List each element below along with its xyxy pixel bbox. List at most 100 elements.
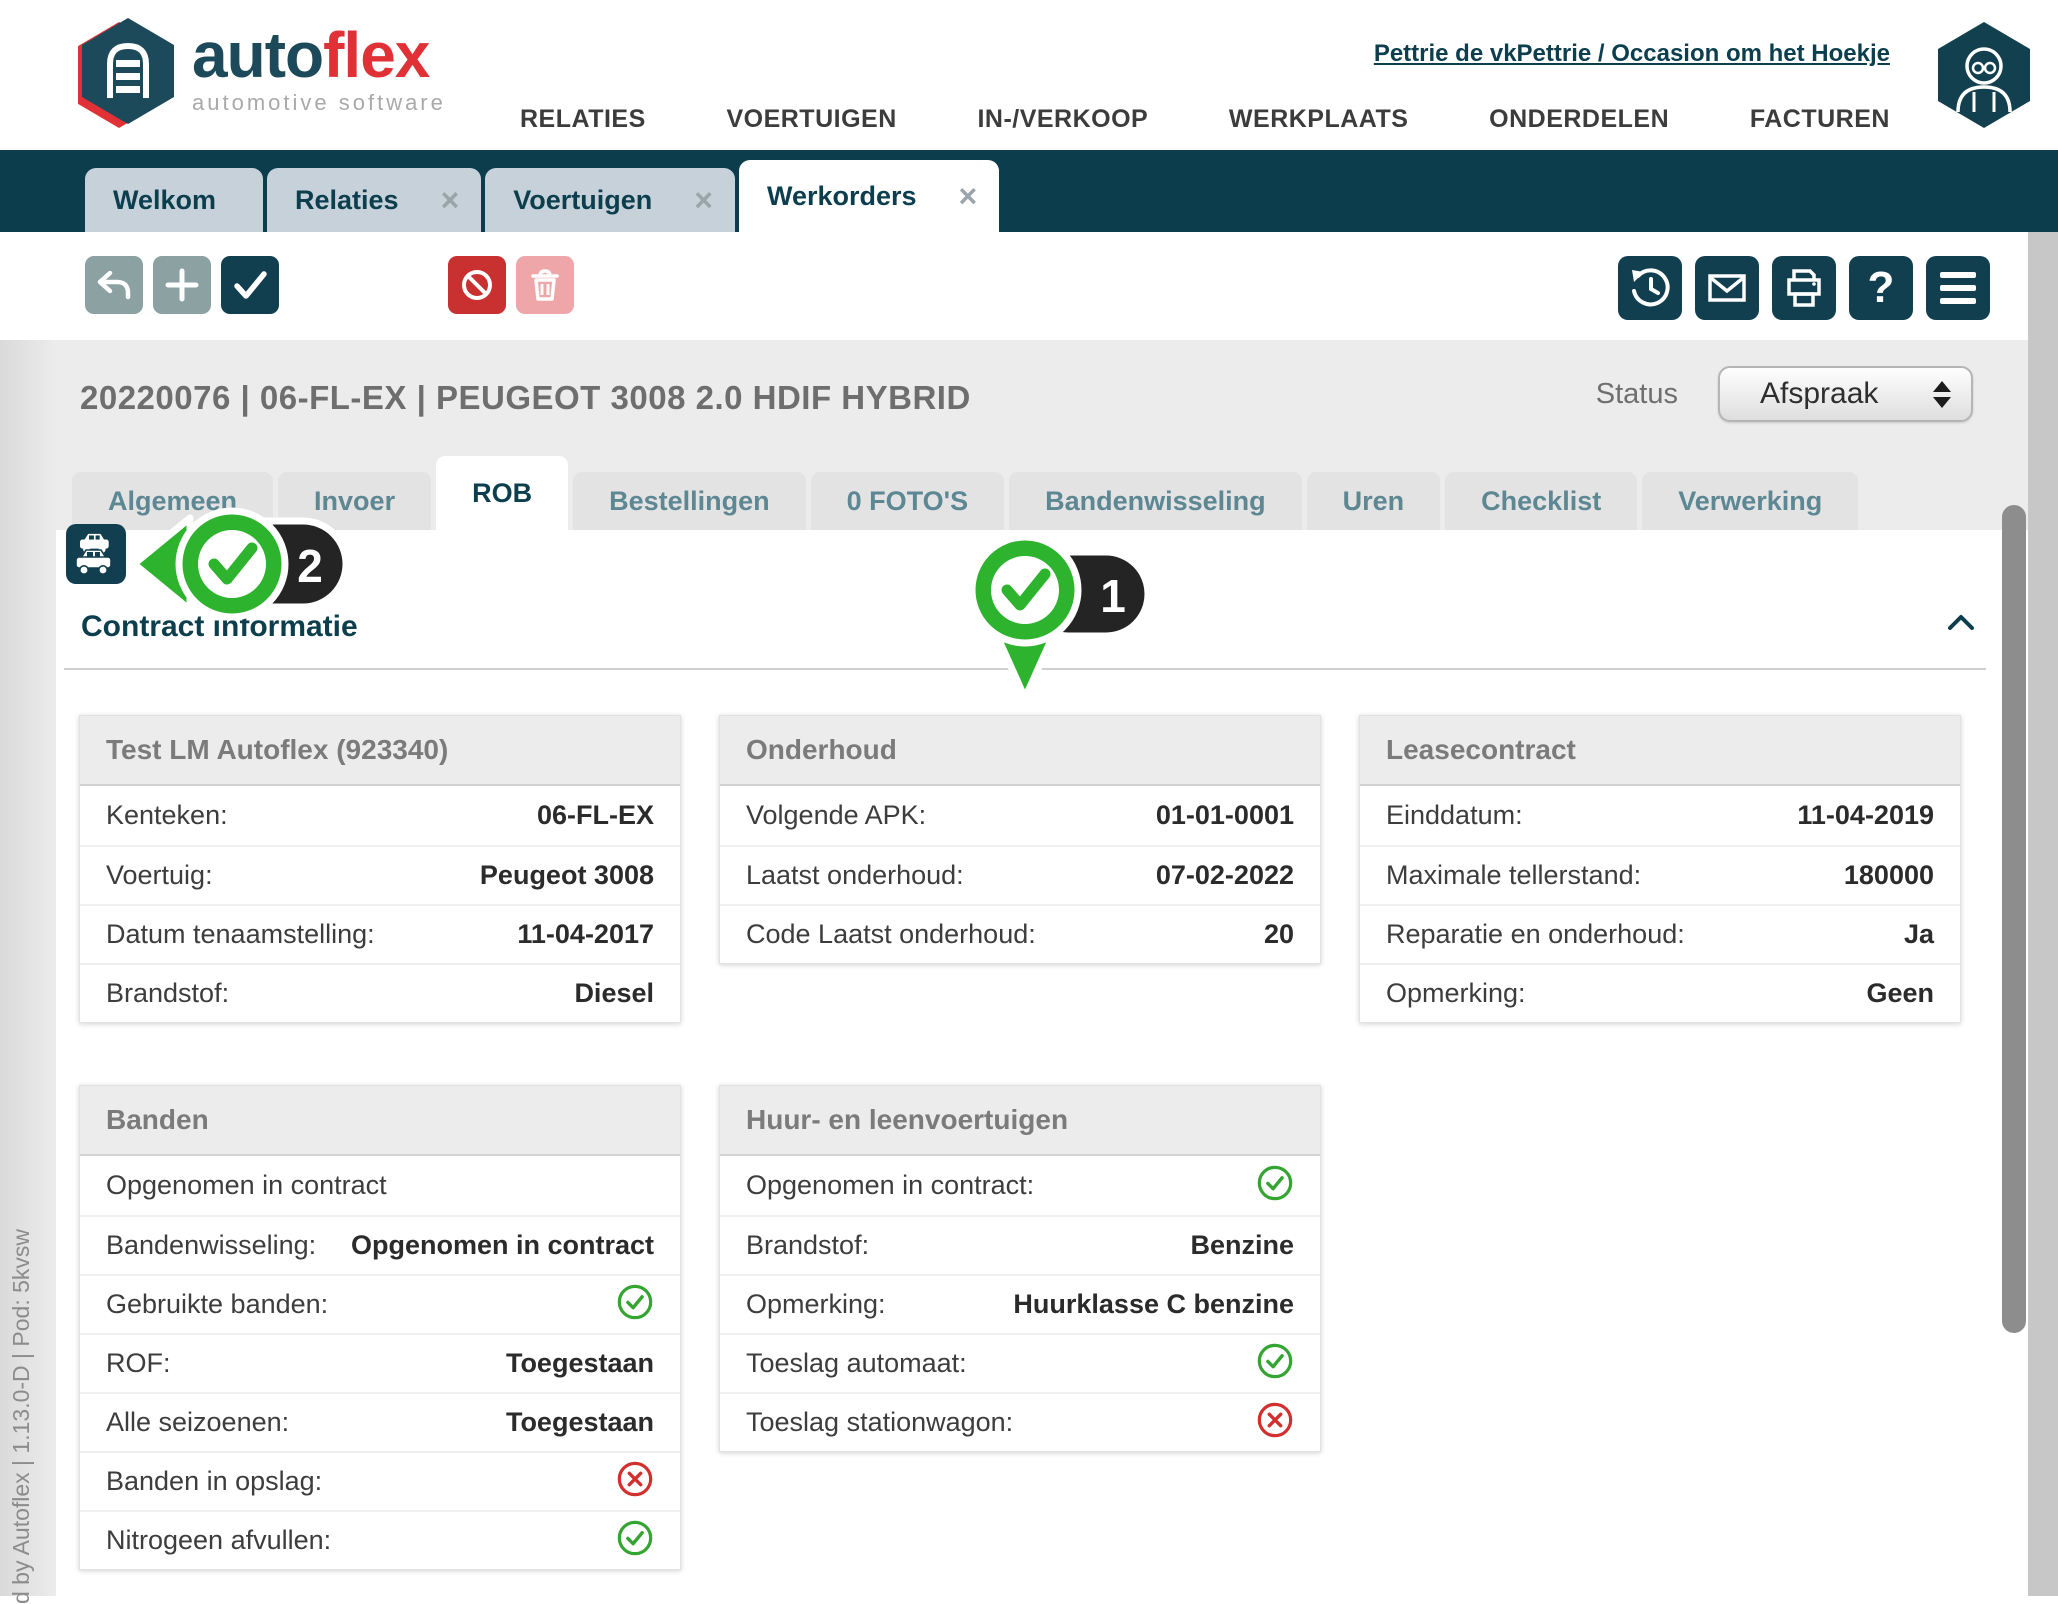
row-status [1256, 1164, 1294, 1207]
workorder-title-row: 20220076 | 06-FL-EX | PEUGEOT 3008 2.0 H… [80, 368, 971, 428]
tab-label: Werkorders [767, 181, 917, 212]
red-cross-icon [616, 1460, 654, 1498]
card-row: Alle seizoenen:Toegestaan [80, 1392, 680, 1451]
menu-icon [1940, 272, 1976, 304]
tab-label: Welkom [113, 185, 216, 216]
nav-item-relaties[interactable]: RELATIES [520, 105, 646, 134]
user-relation-link[interactable]: Pettrie de vkPettrie / Occasion om het H… [1374, 40, 1890, 68]
toolbar-danger-group [448, 256, 574, 314]
card-banden: BandenOpgenomen in contractBandenwisseli… [79, 1085, 681, 1570]
row-value: Ja [1904, 919, 1934, 950]
row-status [616, 1283, 654, 1326]
delete-button[interactable] [516, 256, 574, 314]
nav-item-facturen[interactable]: FACTUREN [1750, 105, 1890, 134]
status-select-value: Afspraak [1760, 377, 1933, 411]
user-avatar[interactable] [1934, 22, 2034, 132]
card-row: Einddatum:11-04-2019 [1360, 786, 1960, 845]
row-label: Laatst onderhoud: [746, 860, 964, 891]
card-huur-en-leenvoertuigen: Huur- en leenvoertuigenOpgenomen in cont… [719, 1085, 1321, 1452]
toolbar-right-group: ? [1618, 256, 1990, 320]
row-value: Opgenomen in contract [351, 1230, 654, 1261]
menu-button[interactable] [1926, 256, 1990, 320]
select-arrows-icon [1933, 381, 1951, 408]
row-value: Geen [1866, 978, 1934, 1009]
tab-close-icon[interactable]: × [399, 182, 460, 219]
card-test-lm-autoflex-923340: Test LM Autoflex (923340)Kenteken:06-FL-… [79, 715, 681, 1023]
tab-voertuigen[interactable]: Voertuigen× [485, 168, 735, 232]
tab-werkorders[interactable]: Werkorders× [739, 160, 999, 232]
scrollbar-thumb[interactable] [2002, 505, 2026, 1333]
row-label: Brandstof: [106, 978, 229, 1009]
subtab-verwerking[interactable]: Verwerking [1642, 472, 1858, 530]
logo-word-flex: flex [323, 19, 429, 91]
card-row: Toeslag automaat: [720, 1333, 1320, 1392]
vehicle-pair-button[interactable] [66, 524, 126, 584]
subtab-uren[interactable]: Uren [1307, 472, 1441, 530]
email-icon [1705, 266, 1749, 310]
logo-word-auto: auto [192, 19, 323, 91]
card-leasecontract: LeasecontractEinddatum:11-04-2019Maximal… [1359, 715, 1961, 1023]
card-onderhoud: OnderhoudVolgende APK:01-01-0001Laatst o… [719, 715, 1321, 964]
help-button[interactable]: ? [1849, 256, 1913, 320]
nav-item-voertuigen[interactable]: VOERTUIGEN [726, 105, 896, 134]
tab-label: Relaties [295, 185, 399, 216]
row-label: Reparatie en onderhoud: [1386, 919, 1685, 950]
card-row: Bandenwisseling: Opgenomen in contract [80, 1215, 680, 1274]
row-label: Voertuig: [106, 860, 213, 891]
print-button[interactable] [1772, 256, 1836, 320]
toolbar: ? [0, 232, 2058, 340]
row-status [616, 1460, 654, 1503]
window-scrollbar-track[interactable] [2028, 232, 2058, 1596]
autoflex-logo[interactable]: autoflex automotive software [78, 18, 446, 128]
status-select[interactable]: Afspraak [1718, 366, 1973, 422]
email-button[interactable] [1695, 256, 1759, 320]
card-row: Toeslag stationwagon: [720, 1392, 1320, 1451]
tab-relaties[interactable]: Relaties× [267, 168, 481, 232]
subtab-bestellingen[interactable]: Bestellingen [573, 472, 806, 530]
row-status [1256, 1401, 1294, 1444]
add-button[interactable] [153, 256, 211, 314]
cancel-icon [457, 265, 497, 305]
version-footer-text: d by Autoflex | 1.13.0-D | Pod: 5kvsw [8, 1229, 35, 1604]
cancel-button[interactable] [448, 256, 506, 314]
card-title: Test LM Autoflex (923340) [80, 716, 680, 786]
row-value: Peugeot 3008 [480, 860, 654, 891]
history-button[interactable] [1618, 256, 1682, 320]
row-value: 20 [1264, 919, 1294, 950]
card-row: Opgenomen in contract [80, 1156, 680, 1215]
tab-label: Voertuigen [513, 185, 652, 216]
subtab-bandenwisseling[interactable]: Bandenwisseling [1009, 472, 1302, 530]
row-label: Opgenomen in contract: [746, 1170, 1034, 1201]
green-check-icon [1256, 1342, 1294, 1380]
confirm-button[interactable] [221, 256, 279, 314]
row-value: Toegestaan [506, 1407, 654, 1438]
confirm-icon [230, 265, 270, 305]
row-value: 06-FL-EX [537, 800, 654, 831]
tab-strip: WelkomRelaties×Voertuigen×Werkorders× [85, 160, 1003, 232]
card-row: Code Laatst onderhoud:20 [720, 904, 1320, 963]
nav-item-werkplaats[interactable]: WERKPLAATS [1229, 105, 1409, 134]
subtab-rob[interactable]: ROB [436, 456, 568, 530]
subtab-0-foto-s[interactable]: 0 FOTO'S [811, 472, 1004, 530]
add-icon [162, 265, 202, 305]
tab-close-icon[interactable]: × [917, 178, 978, 215]
workorder-title: 20220076 | 06-FL-EX | PEUGEOT 3008 2.0 H… [80, 379, 971, 417]
tab-close-icon[interactable]: × [652, 182, 713, 219]
logo-tagline: automotive software [192, 90, 446, 116]
validation-marker-section[interactable]: 1 [948, 526, 1156, 721]
collapse-section-button[interactable] [1946, 612, 1976, 639]
subtab-checklist[interactable]: Checklist [1445, 472, 1637, 530]
row-label: Toeslag stationwagon: [746, 1407, 1013, 1438]
nav-item-in-verkoop[interactable]: IN-/VERKOOP [977, 105, 1148, 134]
card-row: Kenteken:06-FL-EX [80, 786, 680, 845]
row-label: Bandenwisseling: [106, 1230, 316, 1261]
card-row: Banden in opslag: [80, 1451, 680, 1510]
undo-button[interactable] [85, 256, 143, 314]
tab-welkom[interactable]: Welkom [85, 168, 263, 232]
validation-marker-vehicle[interactable]: 2 [126, 496, 354, 639]
left-edge-strip: d by Autoflex | 1.13.0-D | Pod: 5kvsw [0, 340, 56, 1596]
card-row: Nitrogeen afvullen: [80, 1510, 680, 1569]
row-value: Toegestaan [506, 1348, 654, 1379]
nav-item-onderdelen[interactable]: ONDERDELEN [1489, 105, 1669, 134]
card-title: Banden [80, 1086, 680, 1156]
